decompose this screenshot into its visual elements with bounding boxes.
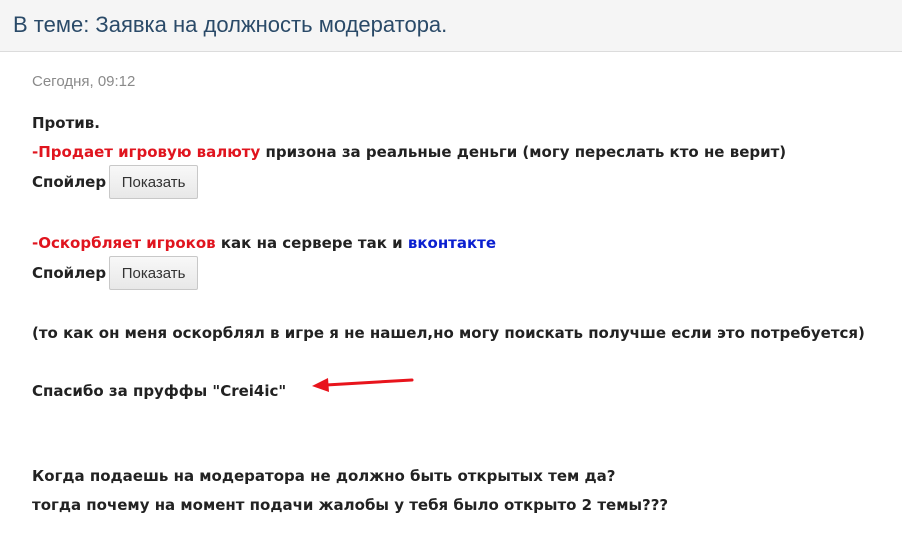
item1-highlight: Продает игровую валюту [38,143,261,161]
item2-highlight: Оскорбляет игроков [38,234,216,252]
spoiler-1-show-button[interactable]: Показать [109,165,199,199]
question-line-1: Когда подаешь на модератора не должно бы… [32,467,616,485]
spoiler-1: Спойлер Показать [32,165,199,199]
thanks-line: Спасибо за пруффы "Crei4ic" [32,382,287,400]
spoiler-2: Спойлер Показать [32,256,199,290]
item2-line: -Оскорбляет игроков как на сервере так и… [32,234,496,252]
item1-rest: призона за реальные деньги (могу пересла… [260,143,787,161]
spoiler-1-label: Спойлер [32,173,107,191]
vkontakte-link[interactable]: вконтакте [408,234,496,252]
topic-title: В теме: Заявка на должность модератора. [13,12,448,37]
post-date: Сегодня, 09:12 [32,73,136,90]
post: Сегодня, 09:12 Против. -Продает игровую … [0,53,902,540]
spoiler-2-label: Спойлер [32,264,107,282]
item2-middle: как на сервере так и [215,234,408,252]
topic-header: В теме: Заявка на должность модератора. [0,0,902,52]
spoiler-2-show-button[interactable]: Показать [109,256,199,290]
question-line-2: тогда почему на момент подачи жалобы у т… [32,496,669,514]
against-line: Против. [32,114,100,132]
item1-line: -Продает игровую валюту призона за реаль… [32,143,786,161]
red-arrow-icon [312,378,414,392]
note-line: (то как он меня оскорблял в игре я не на… [32,324,865,342]
